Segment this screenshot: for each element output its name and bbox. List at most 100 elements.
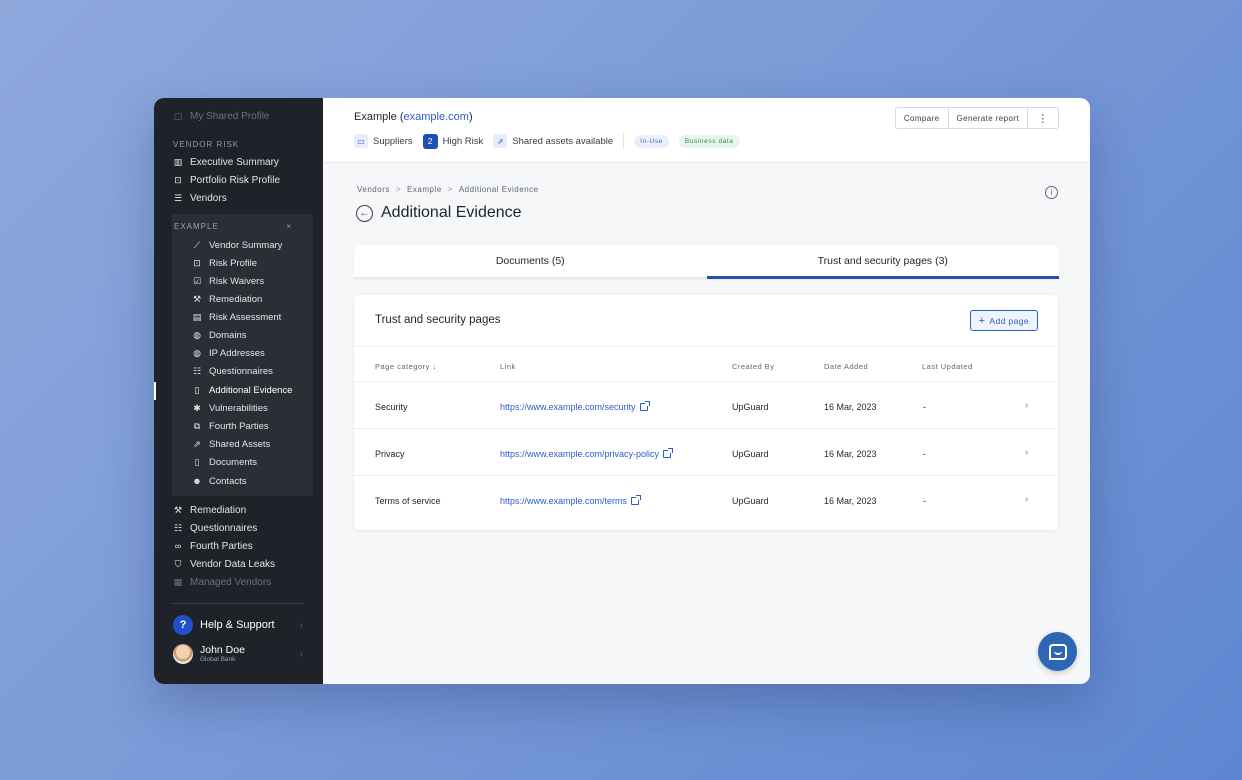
profile-icon: ▢ [173,110,183,121]
tab-trust-security-pages[interactable]: Trust and security pages (3) [706,245,1059,279]
chat-icon [1048,643,1067,660]
sidebar-item-vendor-data-leaks[interactable]: ⛉ Vendor Data Leaks [173,556,275,572]
cell-link[interactable]: https://www.example.com/privacy-policy [500,448,674,459]
sidebar-item-vendor-summary[interactable]: ⟋ Vendor Summary [192,237,283,253]
info-icon[interactable]: i [1045,186,1058,199]
risk-count: 2 [422,133,438,149]
sidebar-item-remediation-main[interactable]: ⚒ Remediation [173,502,246,518]
vendor-domain-link[interactable]: example.com [404,111,469,123]
table-row[interactable]: Terms of service https://www.example.com… [354,476,1058,523]
sidebar-item-fourth-parties[interactable]: ⧉ Fourth Parties [192,418,269,434]
sidebar-item-questionnaires[interactable]: ☷ Questionnaires [192,363,273,379]
breadcrumb-separator: > [447,185,453,194]
sidebar-item-risk-profile[interactable]: ⊡ Risk Profile [192,255,257,271]
cell-category: Terms of service [375,496,441,506]
user-org: Global Bank [200,655,236,663]
close-icon[interactable]: × [286,222,292,231]
sidebar-item-executive-summary[interactable]: ▥ Executive Summary [173,154,279,170]
globe-icon: ◍ [193,329,201,340]
breadcrumb-example[interactable]: Example [407,185,442,194]
sidebar-item-risk-assessment[interactable]: ▤ Risk Assessment [192,309,282,325]
sidebar-item-documents[interactable]: ▯ Documents [192,454,258,470]
sidebar-item-vendors[interactable]: ☰ Vendors [173,190,227,206]
vendor-domain-open: ( [396,111,404,123]
shared-assets-label[interactable]: ⇗ Shared assets available [493,134,613,148]
document-icon: ▤ [192,311,202,322]
folder-icon: ▭ [354,134,368,148]
column-page-category[interactable]: Page category ↓ [375,362,437,371]
help-support-button[interactable]: ? Help & Support › [173,615,303,635]
sidebar-item-questionnaires-main[interactable]: ☷ Questionnaires [173,520,257,536]
chevron-right-icon: › [299,648,303,660]
tag-in-use: In-Use [634,134,669,148]
sidebar-item-fourth-parties-main[interactable]: ∞ Fourth Parties [173,538,253,554]
list-icon: ☰ [173,192,183,203]
external-link-icon [663,448,674,458]
external-link-icon [639,401,650,411]
chevron-right-icon[interactable]: › [1025,400,1028,411]
sidebar-item-remediation[interactable]: ⚒ Remediation [192,291,262,307]
sidebar-item-ip-addresses[interactable]: ◍ IP Addresses [192,345,265,361]
cell-link[interactable]: https://www.example.com/terms [500,495,642,506]
compare-button[interactable]: Compare [896,108,949,128]
shield-icon: ⛉ [174,558,182,569]
sidebar-item-my-shared-profile[interactable]: ▢ My Shared Profile [173,108,270,124]
wrench-icon: ⚒ [192,293,202,304]
card-title: Trust and security pages [375,314,501,326]
checklist-icon: ☷ [173,522,183,533]
page-title-row: ← Additional Evidence [356,204,522,222]
add-page-button[interactable]: + Add page [969,310,1038,331]
page-title: Additional Evidence [381,204,522,221]
chevron-right-icon: › [299,619,303,631]
chat-support-button[interactable] [1038,632,1077,671]
sidebar-item-label: Questionnaires [190,522,258,534]
vendor-subnav-title: EXAMPLE [174,222,219,231]
table-row[interactable]: Security https://www.example.com/securit… [354,382,1058,429]
user-menu-button[interactable]: John Doe Global Bank › [173,642,303,666]
sidebar-item-managed-vendors[interactable]: ▦ Managed Vendors [173,574,271,590]
generate-report-button[interactable]: Generate report [949,108,1028,128]
sidebar-item-additional-evidence[interactable]: ▯ Additional Evidence [192,382,293,398]
link-text: https://www.example.com/privacy-policy [500,449,660,459]
users-icon: ☻ [192,476,202,486]
chevron-right-icon[interactable]: › [1025,447,1028,458]
vendor-domain-close: ) [468,111,473,123]
external-link-icon [631,495,642,505]
sidebar-item-risk-waivers[interactable]: ☑ Risk Waivers [192,273,264,289]
checkbox-icon: ☑ [192,275,202,286]
sidebar-item-shared-assets[interactable]: ⇗ Shared Assets [192,436,270,452]
sidebar-item-label: Executive Summary [190,156,279,168]
sidebar-item-contacts[interactable]: ☻ Contacts [192,473,246,489]
cell-date-added: 16 Mar, 2023 [824,402,877,412]
sidebar-item-label: Documents [209,456,258,468]
bar-chart-icon: ▥ [173,156,183,167]
more-options-button[interactable]: ⋮ [1028,108,1058,128]
tab-documents[interactable]: Documents (5) [354,245,707,279]
cell-category: Privacy [375,449,405,459]
chevron-right-icon[interactable]: › [1025,494,1028,505]
sidebar-item-label: Additional Evidence [209,384,293,396]
checklist-icon: ☷ [192,365,202,376]
sidebar-section-label: VENDOR RISK [173,140,240,149]
sidebar-item-label: Portfolio Risk Profile [190,174,281,186]
breadcrumb: Vendors > Example > Additional Evidence [357,185,539,194]
sidebar-item-vulnerabilities[interactable]: ✱ Vulnerabilities [192,400,268,416]
back-arrow-icon[interactable]: ← [356,204,373,222]
sidebar-divider [172,603,304,604]
file-icon: ▯ [194,384,200,395]
globe-icon: ◍ [193,347,201,358]
sidebar-item-portfolio-risk-profile[interactable]: ⊡ Portfolio Risk Profile [173,172,280,188]
sidebar-item-label: Vendor Data Leaks [190,558,276,570]
cell-link[interactable]: https://www.example.com/security [500,401,650,412]
column-link: Link [500,362,516,371]
avatar [173,644,193,664]
sidebar-item-label: Fourth Parties [190,540,253,552]
suppliers-label[interactable]: ▭ Suppliers [354,134,413,148]
table-row[interactable]: Privacy https://www.example.com/privacy-… [354,429,1058,476]
sidebar-item-domains[interactable]: ◍ Domains [192,327,246,343]
help-label: Help & Support [200,619,275,631]
sidebar-item-label: Vendors [190,192,227,204]
tag-business-data: Business data [678,134,740,148]
sidebar-item-label: Questionnaires [209,365,273,377]
breadcrumb-vendors[interactable]: Vendors [357,185,390,194]
